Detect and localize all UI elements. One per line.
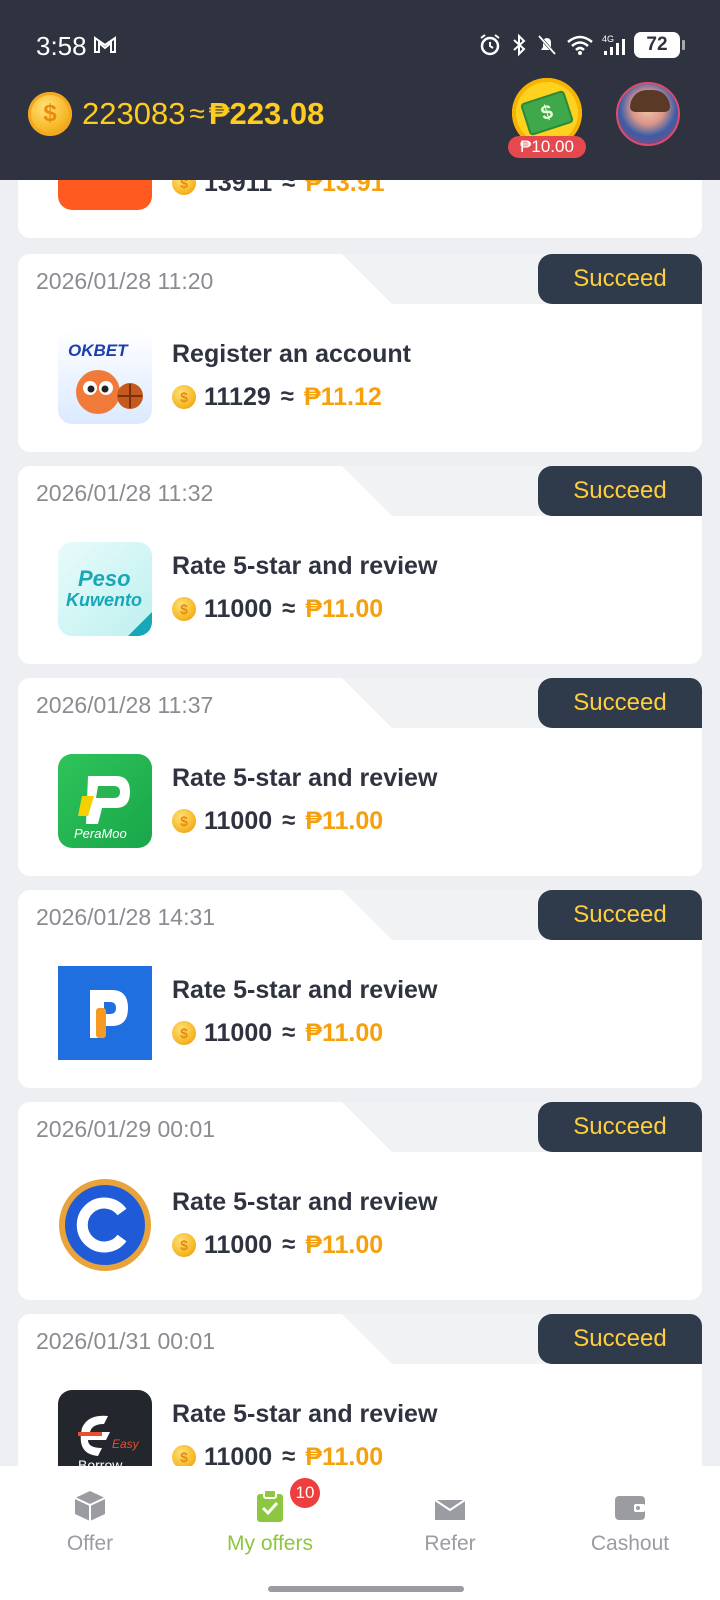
reward: $ 11000 ≈ ₱11.00: [172, 1018, 383, 1048]
approx-sign: ≈: [282, 1231, 296, 1258]
offer-date: 2026/01/28 11:20: [36, 268, 214, 294]
offer-date: 2026/01/31 00:01: [36, 1328, 216, 1354]
avatar[interactable]: [616, 82, 680, 146]
notification-badge: 10: [290, 1478, 320, 1508]
svg-text:PeraMoo: PeraMoo: [74, 826, 127, 841]
approx-sign: ≈: [189, 98, 205, 129]
c-coin-icon: [58, 1178, 152, 1272]
mute-icon: [536, 33, 558, 57]
gmail-icon: [93, 36, 117, 59]
reward-peso: ₱11.00: [305, 806, 384, 835]
gift-box-icon: [434, 1492, 466, 1520]
nav-my-offers[interactable]: My offers 10: [180, 1466, 360, 1600]
coin-balance[interactable]: $ 223083 ≈ ₱223.08: [28, 92, 324, 136]
offer-card[interactable]: 2026/01/29 00:01 Succeed Rate 5-star and…: [18, 1102, 702, 1300]
svg-text:Kuwento: Kuwento: [66, 590, 142, 610]
home-indicator[interactable]: [268, 1586, 464, 1592]
peramoo-icon: PeraMoo: [58, 754, 152, 848]
coin-icon: $: [172, 597, 196, 621]
nav-offer-label: Offer: [66, 1532, 114, 1555]
svg-text:Easy: Easy: [112, 1437, 140, 1451]
clipboard-check-icon: [257, 1489, 283, 1522]
reward-peso: ₱11.00: [305, 1230, 384, 1259]
reward: $ 11000 ≈ ₱11.00: [172, 806, 383, 836]
coin-icon: $: [172, 385, 196, 409]
balance-coins: 223083: [82, 96, 186, 131]
wallet-icon: [615, 1496, 645, 1520]
box-icon: [74, 1491, 106, 1521]
coin-icon: $: [28, 92, 72, 136]
svg-text:OKBET: OKBET: [68, 341, 129, 360]
approx-sign: ≈: [282, 595, 296, 622]
bluetooth-icon: [510, 33, 528, 57]
svg-text:Peso: Peso: [78, 566, 131, 591]
nav-cashout[interactable]: Cashout: [540, 1466, 720, 1600]
offer-card[interactable]: 2026/01/28 11:37 Succeed PeraMoo Rate 5-…: [18, 678, 702, 876]
battery-indicator: 72: [634, 32, 685, 58]
signal-4g-icon: 4G: [602, 33, 626, 57]
nav-offer[interactable]: Offer: [0, 1466, 180, 1600]
reward-peso: ₱11.00: [305, 1018, 384, 1047]
offer-title: Register an account: [172, 340, 411, 368]
wifi-icon: [566, 34, 594, 56]
approx-sign: ≈: [282, 1019, 296, 1046]
offer-title: Rate 5-star and review: [172, 1188, 438, 1216]
reward-coins: 11000: [204, 594, 273, 623]
offer-title: Rate 5-star and review: [172, 764, 438, 792]
okbet-icon: OKBET: [58, 330, 152, 424]
status-badge: Succeed: [538, 1102, 702, 1152]
coin-icon: $: [172, 1233, 196, 1257]
cash-reward-amount: ₱10.00: [508, 136, 586, 158]
approx-sign: ≈: [280, 383, 294, 410]
peso-kuwento-icon: Peso Kuwento: [58, 542, 152, 636]
status-badge: Succeed: [538, 254, 702, 304]
status-badge: Succeed: [538, 466, 702, 516]
bottom-nav: Offer My offers 10 Refer Cashout: [0, 1466, 720, 1600]
nav-cashout-label: Cashout: [590, 1532, 670, 1555]
reward: $ 11129 ≈ ₱11.12: [172, 382, 382, 412]
svg-text:4G: 4G: [602, 34, 614, 44]
reward-peso: ₱11.12: [303, 382, 382, 411]
alarm-icon: [478, 33, 502, 57]
coin-icon: $: [172, 809, 196, 833]
status-bar: 3:58 4G 72: [0, 0, 720, 92]
nav-refer[interactable]: Refer: [360, 1466, 540, 1600]
balance-peso: ₱223.08: [208, 96, 325, 131]
status-time: 3:58: [36, 31, 87, 61]
reward-peso: ₱11.00: [305, 594, 384, 623]
offer-card[interactable]: 2026/01/28 14:31 Succeed Rate 5-star and…: [18, 890, 702, 1088]
reward-coins: 11000: [204, 1018, 273, 1047]
app-header: 3:58 4G 72 $ 223083 ≈ ₱223.08 $ ₱10.00: [0, 0, 720, 180]
status-badge: Succeed: [538, 678, 702, 728]
offer-card[interactable]: 2026/01/28 11:20 Succeed OKBET Register …: [18, 254, 702, 452]
approx-sign: ≈: [282, 807, 296, 834]
reward-coins: 11000: [204, 806, 273, 835]
blue-p-icon: [58, 966, 152, 1060]
reward: $ 11000 ≈ ₱11.00: [172, 1230, 383, 1260]
offer-date: 2026/01/28 14:31: [36, 904, 216, 930]
status-badge: Succeed: [538, 1314, 702, 1364]
reward-coins: 11000: [204, 1230, 273, 1259]
offer-date: 2026/01/29 00:01: [36, 1116, 216, 1142]
status-badge: Succeed: [538, 890, 702, 940]
reward-coins: 11129: [204, 382, 271, 411]
nav-refer-label: Refer: [424, 1532, 476, 1555]
offer-title: Rate 5-star and review: [172, 1400, 438, 1428]
coin-icon: $: [172, 1021, 196, 1045]
offers-list[interactable]: $ 13911 ≈ ₱13.91 2026/01/28 11:20 Succee…: [0, 0, 720, 1600]
reward: $ 11000 ≈ ₱11.00: [172, 594, 383, 624]
money-icon: $: [519, 89, 575, 137]
offer-card[interactable]: 2026/01/28 11:32 Succeed Peso Kuwento Ra…: [18, 466, 702, 664]
offer-title: Rate 5-star and review: [172, 552, 438, 580]
offer-title: Rate 5-star and review: [172, 976, 438, 1004]
offer-date: 2026/01/28 11:32: [36, 480, 214, 506]
status-icons: 4G 72: [478, 32, 685, 58]
nav-my-offers-label: My offers: [227, 1532, 313, 1555]
offer-date: 2026/01/28 11:37: [36, 692, 214, 718]
